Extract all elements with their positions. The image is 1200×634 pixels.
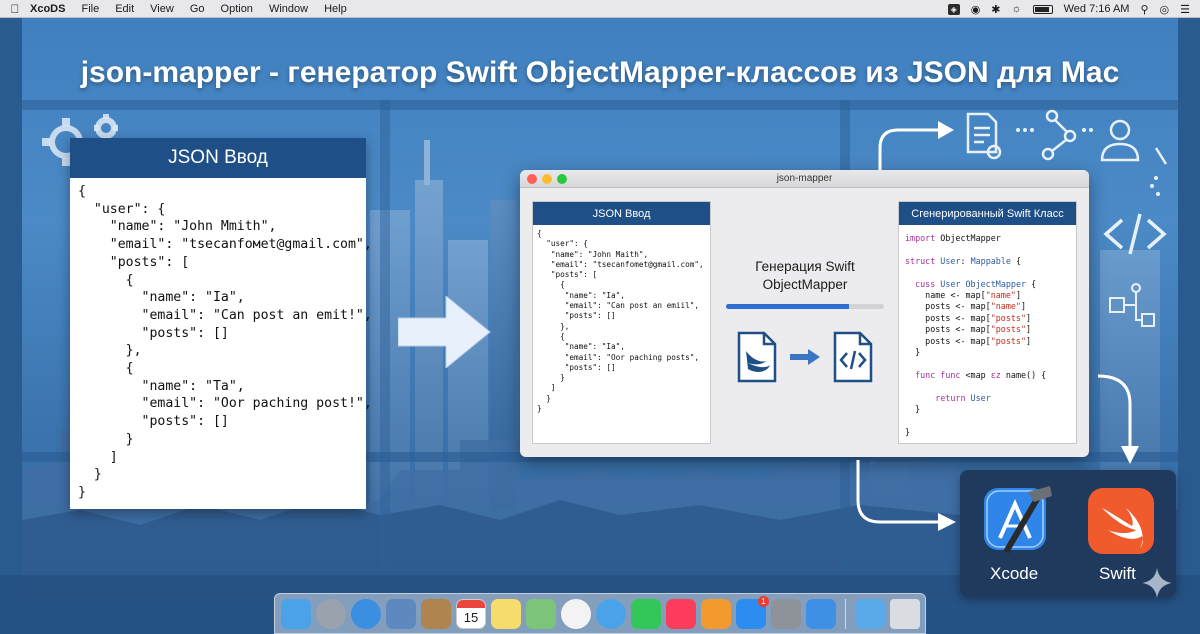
window-json-panel: JSON Ввод { "user": { "name": "John Mait…	[532, 201, 711, 444]
menu-option[interactable]: Option	[221, 3, 253, 15]
menu-app-name[interactable]: XcoDS	[30, 3, 65, 15]
xcode-label: Xcode	[990, 564, 1039, 583]
music-icon[interactable]	[666, 598, 696, 629]
accessibility-icon[interactable]: ◉	[971, 3, 981, 16]
menu-view[interactable]: View	[150, 3, 174, 15]
appstore-icon[interactable]: 1	[736, 595, 769, 629]
contacts-icon[interactable]	[421, 598, 451, 629]
notification-center-icon[interactable]: ☰	[1180, 3, 1190, 16]
json-input-title: JSON Ввод	[70, 138, 366, 178]
headline: json-mapper - генератор Swift ObjectMapp…	[80, 56, 1120, 89]
books-icon[interactable]	[701, 598, 731, 629]
window-json-code[interactable]: { "user": { "name": "John Maith", "email…	[533, 225, 710, 414]
finder-icon[interactable]	[281, 598, 311, 629]
json-input-code[interactable]: { "user": { "name": "John Mmith", "email…	[70, 178, 372, 502]
progress-fill	[726, 304, 850, 309]
menu-clock[interactable]: Wed 7:16 AM	[1064, 3, 1130, 15]
appstore-badge: 1	[758, 595, 769, 607]
photos-icon[interactable]	[561, 598, 591, 629]
menu-extras: ◈ ◉ ✱ ☼ Wed 7:16 AM ⚲ ◎ ☰	[947, 0, 1190, 18]
swift-file-icon	[737, 331, 777, 383]
swift-label: Swift	[1099, 564, 1136, 583]
preview-icon[interactable]	[386, 598, 416, 629]
maps-icon[interactable]	[526, 598, 556, 629]
dock-separator	[845, 598, 846, 629]
convert-arrow-icon	[790, 349, 820, 365]
json-input-panel: JSON Ввод { "user": { "name": "John Mmit…	[70, 138, 372, 509]
dock: 15 1	[274, 593, 926, 634]
menu-bar:  XcoDS File Edit View Go Option Window …	[0, 0, 1200, 18]
safari-icon[interactable]	[351, 598, 381, 629]
battery-icon[interactable]	[1032, 4, 1053, 14]
menu-window[interactable]: Window	[269, 3, 308, 15]
wifi-icon[interactable]: ☼	[1012, 3, 1022, 15]
user-icon	[1100, 119, 1140, 162]
calendar-day: 15	[463, 609, 479, 625]
trash-icon[interactable]	[890, 598, 920, 629]
swift-icon[interactable]	[1086, 486, 1156, 556]
workflow-icons	[878, 109, 1168, 327]
facetime-icon[interactable]	[631, 598, 661, 629]
generation-progress-bar	[726, 304, 884, 309]
zoom-button[interactable]	[557, 174, 567, 184]
sparkle-icon	[1142, 568, 1172, 598]
minimize-button[interactable]	[542, 174, 552, 184]
menu-help[interactable]: Help	[324, 3, 347, 15]
apple-menu-icon[interactable]: 	[0, 2, 30, 16]
close-button[interactable]	[527, 174, 537, 184]
bluetooth-icon[interactable]: ✱	[991, 3, 1000, 16]
system-preferences-icon[interactable]	[771, 598, 801, 629]
siri-icon[interactable]: ◎	[1160, 3, 1170, 16]
menu-edit[interactable]: Edit	[115, 3, 134, 15]
apps-box: Xcode Swift	[960, 470, 1176, 598]
launchpad-icon[interactable]	[316, 598, 346, 629]
generation-title: Генерация Swift ObjectMapper	[755, 259, 855, 292]
status-app-icon[interactable]: ◈	[947, 3, 960, 15]
menu-go[interactable]: Go	[190, 3, 205, 15]
xcode-dock-icon[interactable]	[806, 598, 836, 629]
notes-icon[interactable]	[491, 598, 521, 629]
right-arrow-icon	[398, 296, 491, 368]
menu-file[interactable]: File	[81, 3, 99, 15]
window-json-title: JSON Ввод	[533, 202, 710, 225]
spotlight-icon[interactable]: ⚲	[1140, 3, 1148, 16]
downloads-folder-icon[interactable]	[855, 598, 885, 629]
xcode-icon[interactable]	[978, 482, 1058, 562]
calendar-icon[interactable]: 15	[456, 598, 486, 629]
messages-icon[interactable]	[596, 598, 626, 629]
